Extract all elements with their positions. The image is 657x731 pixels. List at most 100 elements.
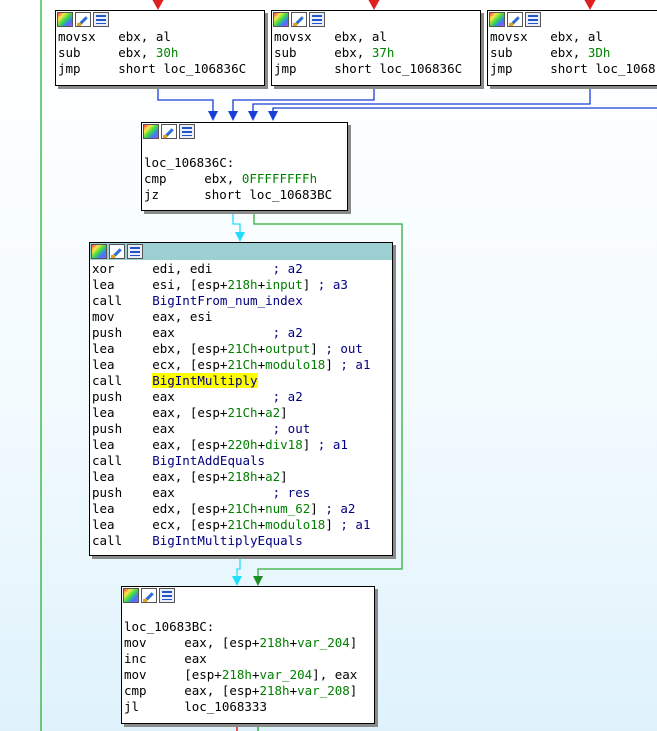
code-label[interactable]: loc_106836C: bbox=[144, 155, 345, 171]
instruction-line[interactable]: jmp short loc_106836C bbox=[58, 61, 262, 77]
instruction-line[interactable]: xor edi, edi ; a2 bbox=[92, 261, 390, 277]
operand: + bbox=[257, 517, 266, 532]
immediate-value: 218h bbox=[259, 683, 290, 698]
instruction-line[interactable]: lea ecx, [esp+21Ch+modulo18] ; a1 bbox=[92, 357, 390, 373]
node-titlebar[interactable] bbox=[142, 123, 347, 140]
instruction-line[interactable]: jz short loc_10683BC bbox=[144, 187, 345, 203]
stack-var[interactable]: div18 bbox=[265, 437, 303, 452]
text-view-icon[interactable] bbox=[93, 12, 109, 27]
code-block-node[interactable]: movsx ebx, al sub ebx, 30h jmp short loc_1068… bbox=[55, 10, 265, 86]
instruction-line[interactable]: sub ebx, 3Dh bbox=[490, 45, 657, 61]
instruction-line[interactable]: lea ecx, [esp+21Ch+modulo18] ; a1 bbox=[92, 517, 390, 533]
graph-color-icon[interactable] bbox=[57, 12, 73, 27]
node-titlebar[interactable] bbox=[122, 587, 374, 604]
stack-var[interactable]: a2 bbox=[265, 469, 280, 484]
mnemonic: movsx bbox=[490, 29, 528, 44]
node-titlebar[interactable] bbox=[90, 243, 392, 260]
edit-pencil-icon[interactable] bbox=[507, 12, 523, 27]
instruction-line[interactable]: call BigIntMultiplyEquals bbox=[92, 533, 390, 549]
mnemonic: movsx bbox=[58, 29, 96, 44]
instruction-line[interactable]: sub ebx, 37h bbox=[274, 45, 478, 61]
function-name[interactable]: BigIntFrom_num_index bbox=[152, 293, 303, 308]
instruction-line[interactable]: lea eax, [esp+21Ch+a2] bbox=[92, 405, 390, 421]
stack-var[interactable]: num_62 bbox=[265, 501, 310, 516]
instruction-line[interactable]: lea eax, [esp+218h+a2] bbox=[92, 469, 390, 485]
edit-pencil-icon[interactable] bbox=[109, 244, 125, 259]
instruction-line[interactable]: lea eax, [esp+220h+div18] ; a1 bbox=[92, 437, 390, 453]
text-view-icon[interactable] bbox=[525, 12, 541, 27]
stack-var[interactable]: var_204 bbox=[259, 667, 312, 682]
code-block-node[interactable]: loc_106836C: cmp ebx, 0FFFFFFFFh jz short lo… bbox=[141, 122, 348, 211]
text-view-icon[interactable] bbox=[179, 124, 195, 139]
disassembly-listing: movsx ebx, al sub ebx, 37h jmp short loc_1068… bbox=[272, 28, 480, 79]
code-label[interactable]: loc_10683BC: bbox=[124, 619, 372, 635]
instruction-line[interactable]: lea edx, [esp+21Ch+num_62] ; a2 bbox=[92, 501, 390, 517]
instruction-line[interactable]: mov eax, esi bbox=[92, 309, 390, 325]
code-block-node[interactable]: movsx ebx, al sub ebx, 3Dh jmp short loc_1068 bbox=[487, 10, 657, 86]
operand: + bbox=[289, 683, 298, 698]
node-titlebar[interactable] bbox=[272, 11, 480, 28]
text-view-icon[interactable] bbox=[309, 12, 325, 27]
instruction-line[interactable]: call BigIntFrom_num_index bbox=[92, 293, 390, 309]
edit-pencil-icon[interactable] bbox=[75, 12, 91, 27]
instruction-line[interactable]: jl loc_1068333 bbox=[124, 699, 372, 715]
stack-var[interactable]: var_208 bbox=[297, 683, 350, 698]
instruction-line[interactable]: lea ebx, [esp+21Ch+output] ; out bbox=[92, 341, 390, 357]
stack-var[interactable]: input bbox=[265, 277, 303, 292]
operand: edx, [esp+ bbox=[152, 501, 228, 516]
instruction-line[interactable]: push eax ; a2 bbox=[92, 325, 390, 341]
edit-pencil-icon[interactable] bbox=[291, 12, 307, 27]
mnemonic: cmp bbox=[124, 683, 147, 698]
operand: + bbox=[257, 501, 266, 516]
mnemonic: sub bbox=[274, 45, 297, 60]
instruction-line[interactable]: mov eax, [esp+218h+var_204] bbox=[124, 635, 372, 651]
function-name[interactable]: BigIntMultiplyEquals bbox=[152, 533, 303, 548]
mnemonic: push bbox=[92, 389, 123, 404]
text-view-icon[interactable] bbox=[159, 588, 175, 603]
function-name[interactable]: BigIntAddEquals bbox=[152, 453, 265, 468]
graph-color-icon[interactable] bbox=[489, 12, 505, 27]
instruction-line[interactable]: push eax ; out bbox=[92, 421, 390, 437]
instruction-line[interactable]: jmp short loc_1068 bbox=[490, 61, 657, 77]
edge-fallthrough-2 bbox=[236, 555, 241, 578]
stack-var[interactable]: var_204 bbox=[297, 635, 350, 650]
instruction-line[interactable]: call BigIntMultiply bbox=[92, 373, 390, 389]
instruction-line[interactable]: movsx ebx, al bbox=[58, 29, 262, 45]
function-name[interactable]: BigIntMultiply bbox=[152, 373, 258, 388]
operand: eax bbox=[152, 485, 175, 500]
edit-pencil-icon[interactable] bbox=[161, 124, 177, 139]
instruction-line[interactable]: call BigIntAddEquals bbox=[92, 453, 390, 469]
stack-var[interactable]: modulo18 bbox=[265, 357, 325, 372]
instruction-line[interactable]: push eax ; res bbox=[92, 485, 390, 501]
instruction-line[interactable]: movsx ebx, al bbox=[490, 29, 657, 45]
instruction-line[interactable]: push eax ; a2 bbox=[92, 389, 390, 405]
edit-pencil-icon[interactable] bbox=[141, 588, 157, 603]
instruction-line[interactable]: movsx ebx, al bbox=[274, 29, 478, 45]
graph-color-icon[interactable] bbox=[143, 124, 159, 139]
graph-color-icon[interactable] bbox=[273, 12, 289, 27]
graph-color-icon[interactable] bbox=[123, 588, 139, 603]
instruction-line[interactable]: cmp eax, [esp+218h+var_208] bbox=[124, 683, 372, 699]
instruction-line[interactable]: lea esi, [esp+218h+input] ; a3 bbox=[92, 277, 390, 293]
stack-var[interactable]: output bbox=[265, 341, 310, 356]
code-block-node[interactable]: loc_10683BC: mov eax, [esp+218h+var_204] in… bbox=[121, 586, 375, 724]
code-block-node[interactable]: movsx ebx, al sub ebx, 37h jmp short loc_1068… bbox=[271, 10, 481, 86]
instruction-line[interactable]: jmp short loc_106836C bbox=[274, 61, 478, 77]
mnemonic: lea bbox=[92, 357, 115, 372]
stack-var[interactable]: modulo18 bbox=[265, 517, 325, 532]
operand: ebx, bbox=[204, 171, 242, 186]
text-view-icon[interactable] bbox=[127, 244, 143, 259]
comment: ; a2 bbox=[212, 261, 303, 276]
code-block-node-selected[interactable]: xor edi, edi ; a2 lea esi, [esp+218h+input]… bbox=[89, 242, 393, 556]
graph-color-icon[interactable] bbox=[91, 244, 107, 259]
mnemonic: call bbox=[92, 373, 123, 388]
node-titlebar[interactable] bbox=[56, 11, 264, 28]
node-titlebar[interactable] bbox=[488, 11, 657, 28]
immediate-value: 218h bbox=[221, 667, 252, 682]
instruction-line[interactable]: cmp ebx, 0FFFFFFFFh bbox=[144, 171, 345, 187]
immediate-value: 218h bbox=[259, 635, 290, 650]
instruction-line[interactable]: mov [esp+218h+var_204], eax bbox=[124, 667, 372, 683]
instruction-line[interactable]: sub ebx, 30h bbox=[58, 45, 262, 61]
instruction-line[interactable]: inc eax bbox=[124, 651, 372, 667]
stack-var[interactable]: a2 bbox=[265, 405, 280, 420]
